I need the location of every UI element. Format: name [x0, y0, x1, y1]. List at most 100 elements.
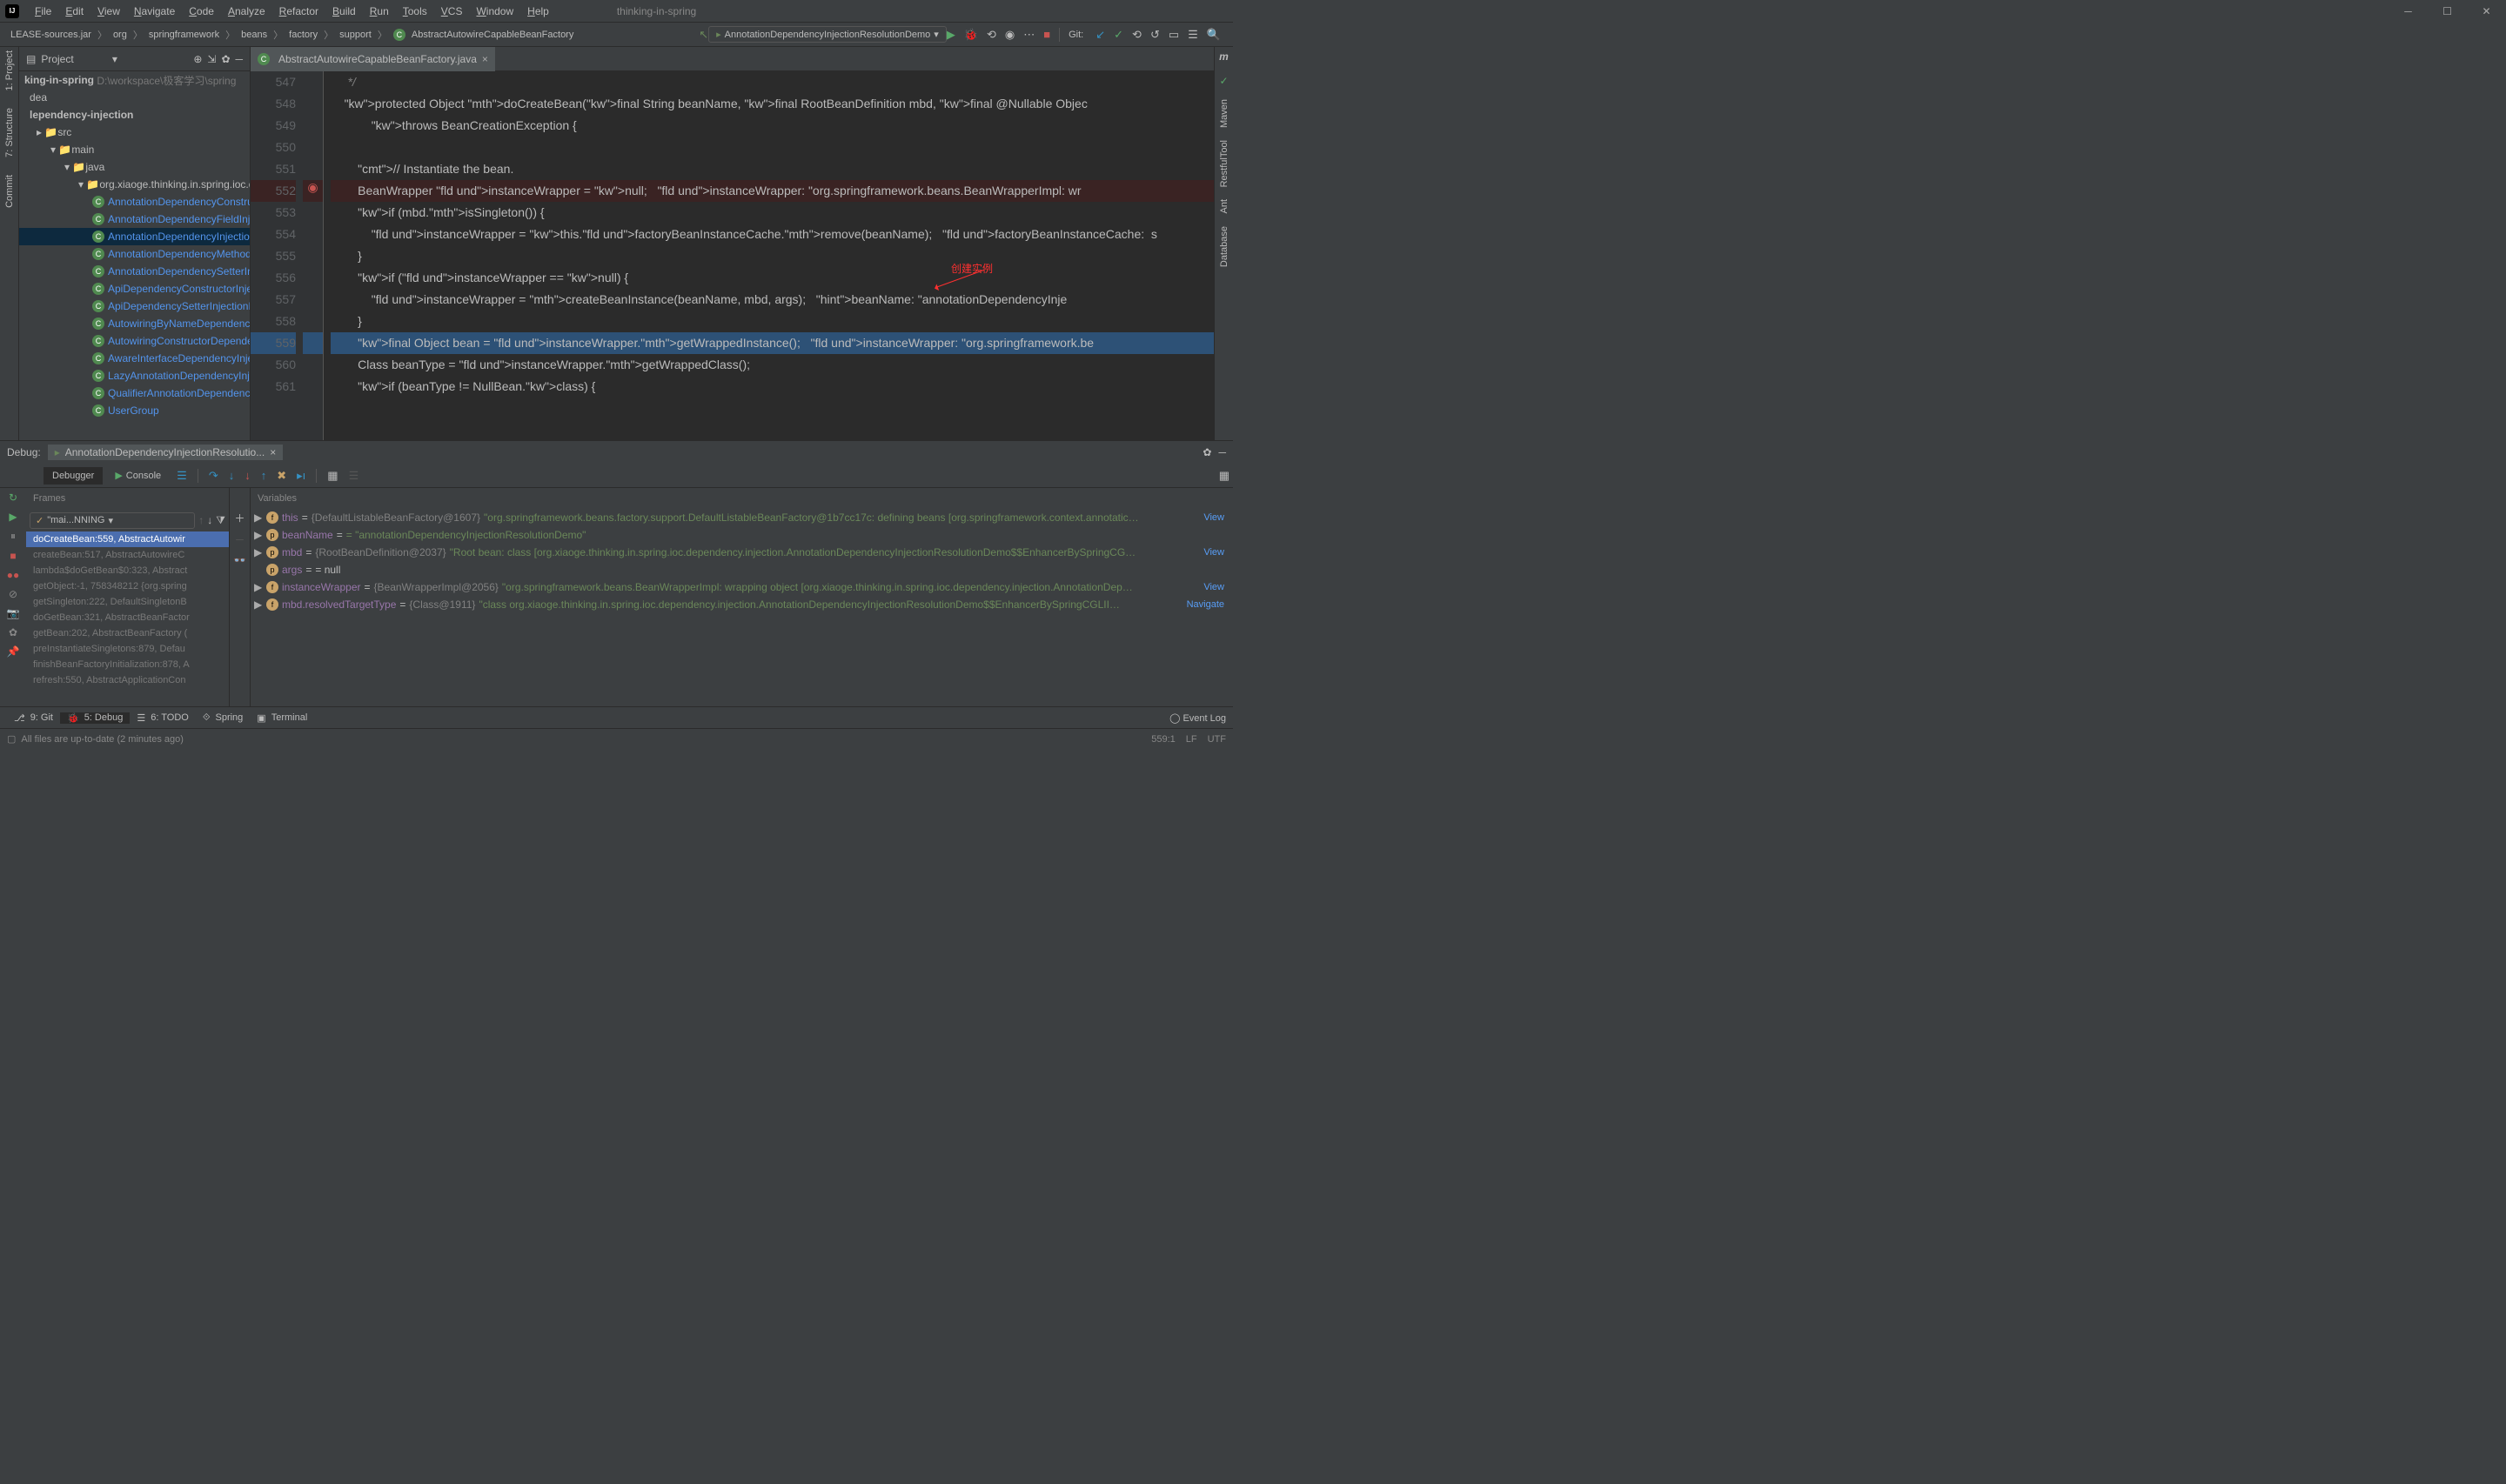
cursor-position[interactable]: 559:1	[1151, 734, 1176, 745]
pin-icon[interactable]: 📌	[7, 645, 20, 658]
editor-tab[interactable]: C AbstractAutowireCapableBeanFactory.jav…	[251, 47, 495, 71]
evaluate-icon[interactable]: ▦	[324, 465, 341, 486]
layout-icon[interactable]: ▦	[1216, 465, 1233, 486]
menu-view[interactable]: View	[90, 3, 127, 19]
menu-code[interactable]: Code	[182, 3, 221, 19]
step-into-icon[interactable]: ↓	[225, 465, 238, 485]
menu-window[interactable]: Window	[469, 3, 520, 19]
run-button[interactable]: ▶	[947, 28, 955, 42]
variable-row[interactable]: ▶f mbd.resolvedTargetType = {Class@1911}…	[254, 596, 1233, 613]
stop-button[interactable]: ■	[1043, 28, 1050, 41]
breadcrumb[interactable]: factory	[284, 28, 323, 42]
tool-ant[interactable]: Ant	[1219, 199, 1230, 214]
box-icon[interactable]: ▭	[1169, 28, 1179, 42]
target-icon[interactable]: ⊕	[193, 53, 202, 65]
frame-row[interactable]: getSingleton:222, DefaultSingletonB	[26, 594, 229, 610]
run-cursor-icon[interactable]: ▸ı	[293, 465, 309, 486]
view-link[interactable]: Navigate	[1187, 599, 1224, 610]
coverage-button[interactable]: ⟲	[987, 28, 996, 42]
menu-tools[interactable]: Tools	[396, 3, 434, 19]
close-button[interactable]: ✕	[2467, 0, 2506, 23]
git-history-icon[interactable]: ⟲	[1132, 28, 1142, 42]
tree-class-item[interactable]: CAnnotationDependencyConstructorInj	[19, 193, 250, 211]
git-commit-icon[interactable]: ✓	[1114, 28, 1123, 42]
frame-row[interactable]: lambda$doGetBean$0:323, Abstract	[26, 563, 229, 578]
menu-navigate[interactable]: Navigate	[127, 3, 182, 19]
frame-row[interactable]: getBean:202, AbstractBeanFactory (	[26, 625, 229, 641]
run-config-select[interactable]: ▸ AnnotationDependencyInjectionResolutio…	[708, 26, 947, 43]
frame-row[interactable]: finishBeanFactoryInitialization:878, A	[26, 657, 229, 672]
git-update-icon[interactable]: ↙	[1096, 28, 1105, 42]
gear-icon[interactable]: ✿	[1203, 446, 1211, 458]
tree-class-item[interactable]: CAnnotationDependencyFieldInje	[19, 211, 250, 228]
breadcrumb[interactable]: springframework	[144, 28, 224, 42]
tool-debug[interactable]: 🐞 5: Debug	[60, 712, 130, 724]
list-icon[interactable]: ☰	[1188, 28, 1198, 42]
profiler-button[interactable]: ◉	[1005, 28, 1015, 42]
menu-help[interactable]: Help	[520, 3, 556, 19]
frame-row[interactable]: refresh:550, AbstractApplicationCon	[26, 672, 229, 688]
step-over-icon[interactable]: ↷	[205, 465, 222, 486]
tool-maven[interactable]: Maven	[1219, 99, 1230, 128]
tool-spring[interactable]: ⟐ Spring	[196, 712, 250, 724]
tool-restful[interactable]: RestfulTool	[1219, 140, 1230, 187]
view-link[interactable]: View	[1203, 582, 1224, 592]
variable-row[interactable]: ▶f this = {DefaultListableBeanFactory@16…	[254, 509, 1233, 526]
breadcrumb[interactable]: support	[334, 28, 377, 42]
menu-run[interactable]: Run	[363, 3, 396, 19]
back-icon[interactable]: ↖	[699, 28, 708, 42]
drop-frame-icon[interactable]: ✖	[273, 465, 290, 486]
prev-icon[interactable]: ↑	[198, 514, 204, 526]
view-link[interactable]: View	[1203, 512, 1224, 523]
tree-class-item[interactable]: CAutowiringConstructorDependen	[19, 332, 250, 350]
close-icon[interactable]: ×	[270, 446, 276, 458]
collapse-icon[interactable]: ─	[1218, 446, 1226, 458]
variable-row[interactable]: ▶p mbd = {RootBeanDefinition@2037} "Root…	[254, 544, 1233, 561]
git-revert-icon[interactable]: ↺	[1150, 28, 1160, 42]
line-separator[interactable]: LF	[1186, 734, 1197, 745]
snapshot-icon[interactable]: 📷	[7, 607, 20, 619]
frame-row[interactable]: doCreateBean:559, AbstractAutowir	[26, 531, 229, 547]
tool-project[interactable]: 1: Project	[4, 50, 15, 90]
menu-refactor[interactable]: Refactor	[272, 3, 325, 19]
tree-class-item[interactable]: CAwareInterfaceDependencyInjec	[19, 350, 250, 367]
mute-icon[interactable]: ⊘	[9, 588, 17, 600]
frame-row[interactable]: getObject:-1, 758348212 {org.spring	[26, 578, 229, 594]
tree-item[interactable]: dea	[19, 89, 250, 106]
frame-row[interactable]: doGetBean:321, AbstractBeanFactor	[26, 610, 229, 625]
console-tab[interactable]: ▶Console	[106, 466, 170, 485]
tree-item[interactable]: ▸ 📁 src	[19, 124, 250, 141]
gear-icon[interactable]: ✿	[221, 53, 230, 65]
variable-row[interactable]: ▶p beanName = = "annotationDependencyInj…	[254, 526, 1233, 544]
menu-edit[interactable]: Edit	[58, 3, 90, 19]
next-icon[interactable]: ↓	[207, 514, 212, 526]
tree-root[interactable]: king-in-spring D:\workspace\极客学习\spring	[19, 71, 250, 89]
tree-class-item[interactable]: CAnnotationDependencyMethodI	[19, 245, 250, 263]
tree-class-item[interactable]: CAnnotationDependencySetterInj	[19, 263, 250, 280]
frame-row[interactable]: preInstantiateSingletons:879, Defau	[26, 641, 229, 657]
settings-icon[interactable]: ✿	[9, 626, 17, 638]
maven-icon[interactable]: m	[1219, 50, 1229, 63]
tree-class-item[interactable]: CUserGroup	[19, 402, 250, 419]
variable-row[interactable]: p args = = null	[254, 561, 1233, 578]
minimize-button[interactable]: ─	[2389, 0, 2428, 23]
tree-item[interactable]: ▾ 📁 java	[19, 158, 250, 176]
resume-icon[interactable]: ▶	[9, 511, 17, 523]
tree-class-item[interactable]: CLazyAnnotationDependencyInjec	[19, 367, 250, 384]
dots-icon[interactable]: ⋯	[1023, 28, 1035, 42]
chevron-down-icon[interactable]: ▾	[112, 53, 117, 65]
trace-icon[interactable]: ☰	[345, 465, 363, 486]
menu-analyze[interactable]: Analyze	[221, 3, 272, 19]
debug-button[interactable]: 🐞	[964, 28, 978, 42]
tool-structure[interactable]: 7: Structure	[4, 108, 15, 157]
rerun-icon[interactable]: ↻	[9, 491, 17, 504]
tree-class-item[interactable]: CApiDependencySetterInjectionDe	[19, 297, 250, 315]
breadcrumb[interactable]: CAbstractAutowireCapableBeanFactory	[388, 27, 579, 43]
project-tree[interactable]: king-in-spring D:\workspace\极客学习\spring …	[19, 71, 250, 440]
close-icon[interactable]: ×	[482, 53, 488, 65]
encoding[interactable]: UTF	[1208, 734, 1226, 745]
debug-run-tab[interactable]: ▸ AnnotationDependencyInjectionResolutio…	[48, 445, 284, 460]
code-editor[interactable]: 5475485495505515525535545555565575585595…	[251, 71, 1214, 440]
breadcrumb[interactable]: LEASE-sources.jar	[5, 28, 97, 42]
variable-row[interactable]: ▶f instanceWrapper = {BeanWrapperImpl@20…	[254, 578, 1233, 596]
